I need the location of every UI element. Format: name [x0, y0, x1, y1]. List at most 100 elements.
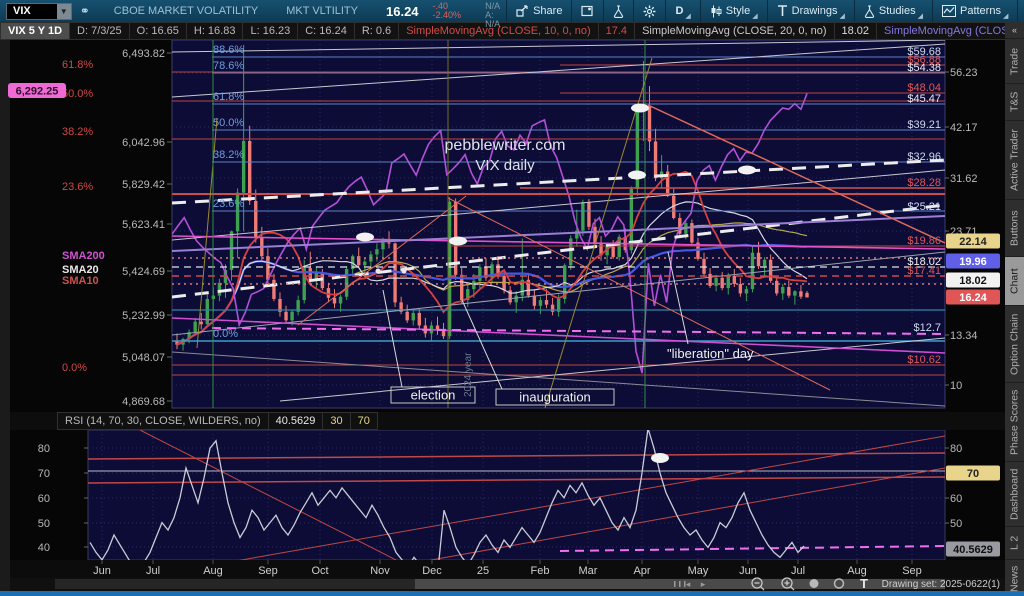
main-chart-canvas[interactable]: pebblewriter.com VIX daily election inaugur… — [0, 0, 1024, 596]
timeframe-button[interactable]: D ◢ — [665, 0, 699, 22]
sidebar-tab-t-s[interactable]: T&S — [1005, 83, 1024, 120]
left-axis-label: 6,493.82 — [122, 48, 165, 60]
sidebar-tab-chart[interactable]: Chart — [1005, 256, 1024, 305]
sma-study-cell[interactable]: SimpleMovingAvg (CLOSE, 50,... — [877, 22, 1024, 40]
trading-platform-window: VIX ▼ ⚭ CBOE MARKET VOLATILITY MKT VLTIL… — [0, 0, 1024, 596]
rsi-overbought-param: 70 — [350, 412, 378, 430]
pan-left-button[interactable]: ◂ — [686, 579, 691, 589]
sidebar-tab-l-2[interactable]: L 2 — [1005, 526, 1024, 559]
ellipse-marker[interactable] — [356, 232, 374, 242]
sidebar-collapse-icon[interactable]: « — [1005, 22, 1024, 38]
annotation-election[interactable]: election — [411, 388, 456, 403]
left-axis-label: 5,829.42 — [122, 179, 165, 191]
time-axis-month: Jul — [791, 565, 805, 577]
rsi-left-axis-label: 70 — [38, 468, 50, 480]
rsi-ellipse-marker[interactable] — [651, 453, 669, 463]
drawing-set-label[interactable]: Drawing set: 2025-0622(1) — [882, 579, 1000, 590]
ohlc-cell: D: 7/3/25 — [70, 22, 130, 40]
bid-ask-block: B: N/A A: N/A — [479, 0, 506, 29]
price-level-label: $39.21 — [907, 119, 941, 131]
drawings-label: Drawings — [791, 5, 838, 17]
pan-right-button[interactable]: ▸ — [701, 579, 706, 589]
rsi-header-spacer — [10, 412, 57, 430]
ellipse-marker[interactable] — [449, 236, 467, 246]
right-axis-bubble-value: 22.14 — [959, 236, 987, 248]
rsi-study-label[interactable]: RSI (14, 70, 30, CLOSE, WILDERS, no) — [57, 412, 269, 430]
sma-study-cell[interactable]: SimpleMovingAvg (CLOSE, 20, 0, no) — [635, 22, 835, 40]
ellipse-marker[interactable] — [628, 170, 646, 180]
sidebar-tab-phase-scores[interactable]: Phase Scores — [1005, 382, 1024, 461]
toolbar-right-group: Share D ◢ Style ◢ Drawings ◢ Studies ◢ P… — [506, 0, 1024, 22]
studies-label: Studies — [878, 5, 916, 17]
settings-button[interactable] — [633, 0, 665, 22]
sidebar-tab-option-chain[interactable]: Option Chain — [1005, 305, 1024, 382]
text-tool-button[interactable]: T — [860, 576, 868, 591]
right-axis-label: 31.62 — [950, 173, 978, 185]
left-axis-label: 6,042.96 — [122, 137, 165, 149]
rsi-left-axis-label: 50 — [38, 518, 50, 530]
style-label: Style — [725, 5, 751, 17]
fib-label: 0.0% — [62, 362, 87, 374]
price-level-label: $32.96 — [907, 151, 941, 163]
rsi-pane[interactable] — [87, 429, 946, 561]
ellipse-marker[interactable] — [631, 103, 649, 113]
time-axis-month: Sep — [258, 565, 278, 577]
chart-title[interactable]: VIX 5 Y 1D — [0, 22, 71, 40]
left-axis-label: 5,048.07 — [122, 352, 165, 364]
time-axis-month: May — [688, 565, 709, 577]
text-tool-icon — [777, 5, 787, 16]
studies-button[interactable]: Studies ◢ — [853, 0, 932, 22]
chart-menu-button[interactable]: ◢ — [1017, 0, 1024, 22]
right-axis-bubble-value: 19.96 — [959, 256, 987, 268]
symbol-dropdown-icon[interactable]: ▼ — [56, 3, 71, 19]
sidebar-tab-news[interactable]: News — [1005, 559, 1024, 596]
price-pane[interactable] — [171, 39, 946, 409]
sma-study-cell[interactable]: 18.02 — [834, 22, 878, 40]
link-chain-icon[interactable]: ⚭ — [80, 4, 90, 18]
flask-icon — [864, 4, 875, 18]
fib-label: 88.6% — [213, 44, 244, 56]
fib-label: 78.6% — [213, 60, 244, 72]
watermark-site: pebblewriter.com — [445, 137, 566, 154]
sidebar-tab-active-trader[interactable]: Active Trader — [1005, 120, 1024, 199]
time-axis-month: Jun — [739, 565, 757, 577]
sma-study-cell[interactable]: 17.4 — [598, 22, 636, 40]
sidebar-tab-buttons[interactable]: Buttons — [1005, 199, 1024, 256]
calendar-note-icon — [581, 5, 594, 17]
right-sidebar: « Trade T&S Active Trader Buttons Chart Optio… — [1005, 22, 1024, 596]
exchange-label: MKT VLTILITY — [286, 5, 358, 17]
change-block: -.40 -2.40% — [427, 2, 468, 20]
annotation-2024-year: 2024 year — [463, 352, 474, 397]
notes-button[interactable] — [571, 0, 603, 22]
ohlc-cells: D: 7/3/25 O: 16.65 H: 16.83 L: 16.23 C: 16.2… — [70, 22, 400, 40]
price-level-label: $28.28 — [907, 177, 941, 189]
left-axis-label: 5,424.69 — [122, 266, 165, 278]
drawings-button[interactable]: Drawings ◢ — [766, 0, 854, 22]
annotation-inauguration[interactable]: inauguration — [519, 390, 591, 405]
pan-tool-button[interactable] — [809, 579, 819, 588]
time-axis-month: Mar — [579, 565, 598, 577]
left-axis-label: 5,232.99 — [122, 310, 165, 322]
rsi-axis-bubble-value: 40.5629 — [953, 544, 993, 556]
window-bottom-edge — [0, 591, 1024, 596]
sidebar-tab-trade[interactable]: Trade — [1005, 38, 1024, 83]
symbol-input[interactable]: VIX ▼ — [6, 2, 72, 20]
flask-icon — [614, 4, 624, 18]
time-axis-month: Nov — [370, 565, 390, 577]
patterns-button[interactable]: Patterns ◢ — [931, 0, 1017, 22]
sidebar-tab-dashboard[interactable]: Dashboard — [1005, 461, 1024, 526]
price-level-label: $19.86 — [907, 235, 941, 247]
annotation-liberation-day[interactable]: "liberation" day — [667, 346, 754, 361]
ellipse-marker[interactable] — [738, 165, 756, 175]
time-axis-month: Sep — [902, 565, 922, 577]
fib-label: 38.2% — [213, 149, 244, 161]
style-button[interactable]: Style ◢ — [699, 0, 767, 22]
right-axis-label: 13.34 — [950, 330, 978, 342]
quick-study-button[interactable] — [603, 0, 633, 22]
share-button[interactable]: Share — [506, 0, 571, 22]
price-level-label: $12.7 — [913, 322, 941, 334]
label-sma10: SMA10 — [62, 275, 99, 287]
time-axis-month: Jul — [146, 565, 160, 577]
right-axis-bubble-value: 16.24 — [959, 292, 987, 304]
ohlc-cell: L: 16.23 — [243, 22, 299, 40]
